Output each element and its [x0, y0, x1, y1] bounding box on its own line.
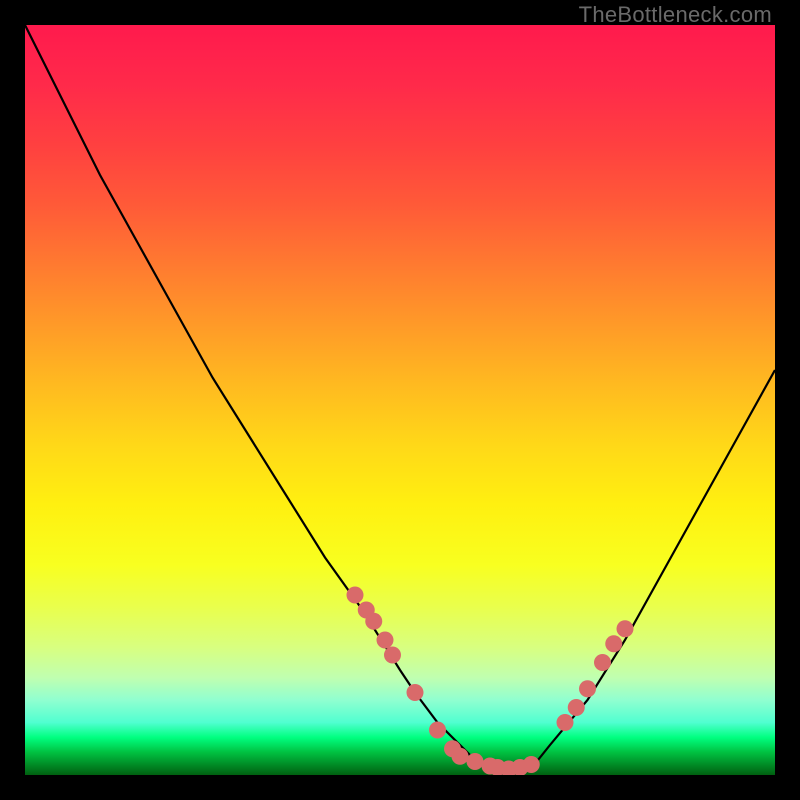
highlight-point [523, 756, 540, 773]
highlight-point [579, 680, 596, 697]
highlight-point [594, 654, 611, 671]
highlight-point [617, 620, 634, 637]
highlight-point [365, 613, 382, 630]
highlight-points-bottom [452, 748, 540, 775]
highlight-point [377, 632, 394, 649]
highlight-point [452, 748, 469, 765]
highlight-points-left [347, 587, 462, 758]
highlight-point [407, 684, 424, 701]
curve-svg [25, 25, 775, 775]
highlight-points-right [557, 620, 634, 731]
chart-container: TheBottleneck.com [0, 0, 800, 800]
highlight-point [429, 722, 446, 739]
highlight-point [557, 714, 574, 731]
highlight-point [605, 635, 622, 652]
highlight-point [467, 753, 484, 770]
highlight-point [384, 647, 401, 664]
bottleneck-curve [25, 25, 775, 771]
highlight-point [568, 699, 585, 716]
plot-area [25, 25, 775, 775]
highlight-point [347, 587, 364, 604]
